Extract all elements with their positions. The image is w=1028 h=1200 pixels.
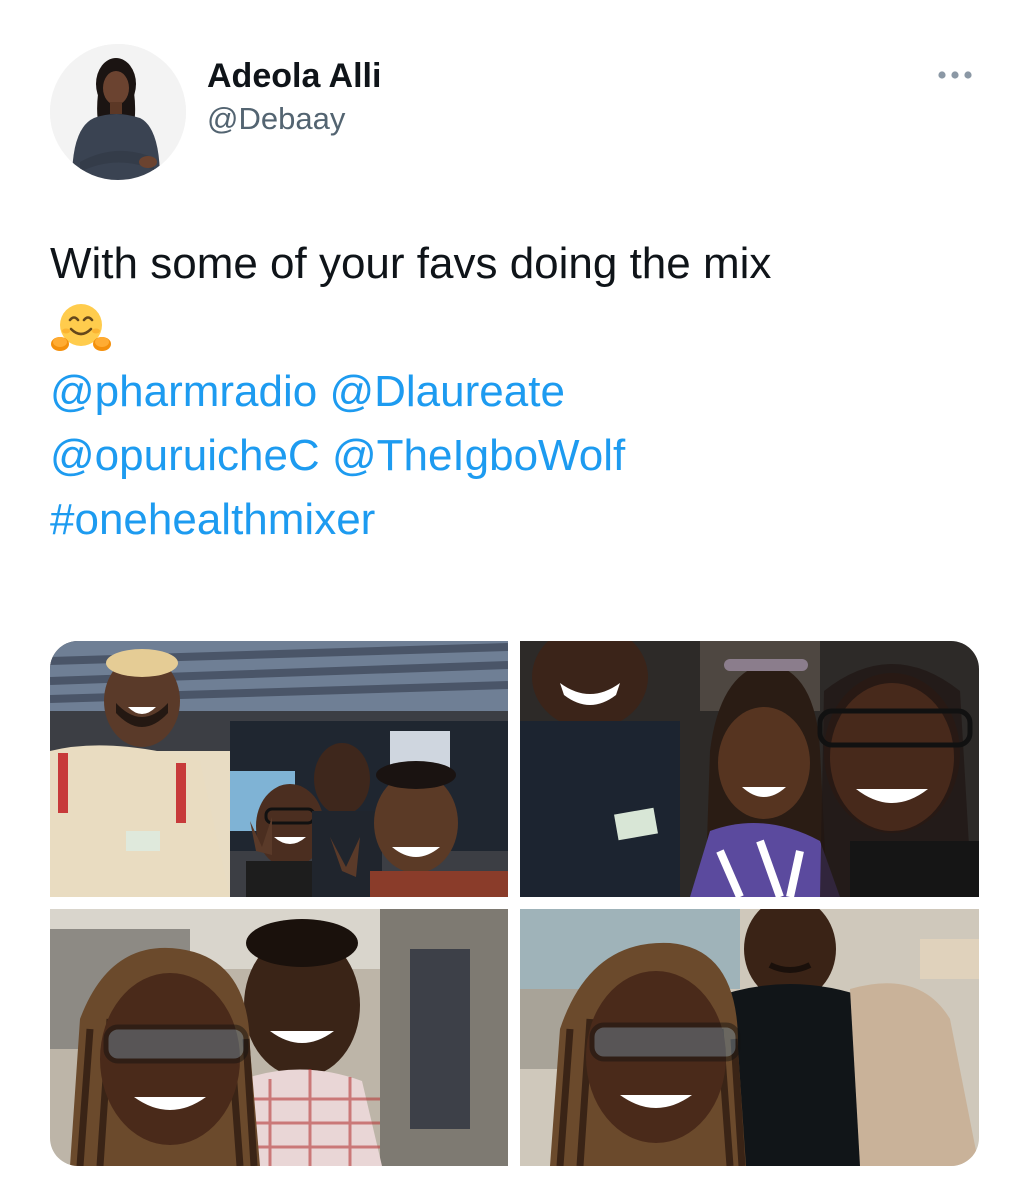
more-options-button[interactable]	[928, 60, 982, 90]
author-block: Adeola Alli @Debaay	[207, 56, 381, 138]
tweet-text-line: With some of your favs doing the mix	[50, 239, 772, 288]
mentions-line-2: @opuruicheC @TheIgboWolf	[50, 424, 990, 488]
duo-selfie-photo-icon	[50, 909, 508, 1166]
hugging-emoji-icon	[50, 296, 990, 360]
photo-2[interactable]	[520, 641, 979, 897]
ellipsis-icon	[938, 71, 972, 79]
hashtag-line: #onehealthmixer	[50, 488, 990, 552]
group-selfie-photo-icon	[520, 641, 979, 897]
author-display-name[interactable]: Adeola Alli	[207, 56, 381, 96]
mention-link[interactable]: @pharmradio	[50, 367, 317, 416]
mention-link[interactable]: @opuruicheC	[50, 431, 320, 480]
duo-selfie-photo-icon	[520, 909, 979, 1166]
mention-link[interactable]: @Dlaureate	[329, 367, 564, 416]
photo-1[interactable]	[50, 641, 508, 897]
media-grid	[50, 641, 979, 1166]
mention-link[interactable]: @TheIgboWolf	[332, 431, 625, 480]
avatar-photo-icon	[50, 44, 186, 180]
tweet-text: With some of your favs doing the mix @ph…	[50, 232, 990, 552]
author-avatar[interactable]	[50, 44, 186, 180]
hashtag-link[interactable]: #onehealthmixer	[50, 495, 375, 544]
photo-4[interactable]	[520, 909, 979, 1166]
author-handle[interactable]: @Debaay	[207, 100, 381, 138]
mentions-line-1: @pharmradio @Dlaureate	[50, 360, 990, 424]
tweet: Adeola Alli @Debaay With some of your fa…	[0, 0, 1028, 1200]
group-selfie-photo-icon	[50, 641, 508, 897]
photo-3[interactable]	[50, 909, 508, 1166]
